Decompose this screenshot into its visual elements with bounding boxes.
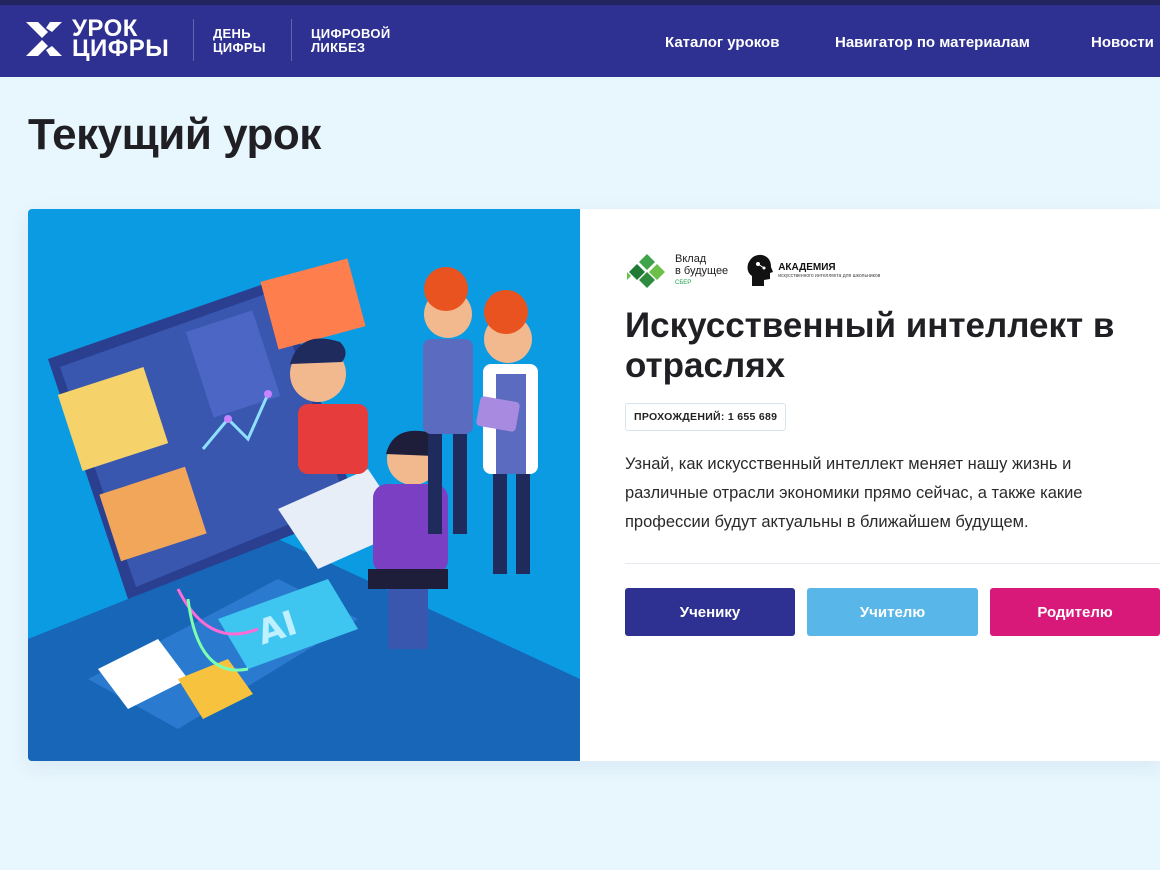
site-logo[interactable]: УРОК ЦИФРЫ xyxy=(26,17,170,62)
site-header: УРОК ЦИФРЫ ДЕНЬ ЦИФРЫ ЦИФРОВОЙ ЛИКБЕЗ Ка… xyxy=(0,5,1160,77)
page-title: Текущий урок xyxy=(28,110,321,159)
header-separator xyxy=(291,19,292,61)
vklad-v-budushee-logo: Вклад в будущее СБЕР xyxy=(625,252,728,288)
akademiya-ii-logo: АКАДЕМИЯ искусственного интеллекта для ш… xyxy=(744,252,880,288)
lesson-description: Узнай, как искусственный интеллект меняе… xyxy=(625,455,1083,531)
vklad-logo-icon xyxy=(627,254,665,288)
parent-button[interactable]: Родителю xyxy=(990,588,1160,636)
nav-navigator[interactable]: Навигатор по материалам xyxy=(835,34,1030,51)
partner1-line-1: Вклад xyxy=(675,253,707,265)
completions-counter: ПРОХОЖДЕНИЙ: 1 655 689 xyxy=(625,403,787,431)
den-cifry-link[interactable]: ДЕНЬ ЦИФРЫ xyxy=(213,27,266,55)
nav-news[interactable]: Новости xyxy=(1091,34,1154,51)
logo-line-2: ЦИФРЫ xyxy=(72,35,170,62)
partner2-sub: искусственного интеллекта для школьников xyxy=(778,272,881,279)
student-button[interactable]: Ученику xyxy=(625,588,795,636)
lesson-illustration: AI xyxy=(28,209,580,761)
likbez-line-1: ЦИФРОВОЙ xyxy=(311,26,391,41)
divider xyxy=(625,563,1160,564)
partner-logos: Вклад в будущее СБЕР АКАДЕМИЯ искусствен… xyxy=(625,252,880,288)
logo-text: УРОК ЦИФРЫ xyxy=(72,17,170,62)
partner1-sub: СБЕР xyxy=(675,280,692,286)
teacher-button[interactable]: Учителю xyxy=(807,588,978,636)
partner1-line-2: в будущее xyxy=(675,265,729,277)
akademiya-head-icon xyxy=(747,254,774,286)
den-cifry-line-2: ЦИФРЫ xyxy=(213,40,266,55)
likbez-line-2: ЛИКБЕЗ xyxy=(311,40,366,55)
lesson-title: Искусственный интеллект в отраслях xyxy=(625,306,1115,385)
den-cifry-line-1: ДЕНЬ xyxy=(213,26,251,41)
nav-catalog[interactable]: Каталог уроков xyxy=(665,34,779,51)
cifrovoy-likbez-link[interactable]: ЦИФРОВОЙ ЛИКБЕЗ xyxy=(311,27,390,55)
header-separator xyxy=(193,19,194,61)
partner2-name: АКАДЕМИЯ xyxy=(778,261,836,273)
logo-icon xyxy=(26,20,62,58)
